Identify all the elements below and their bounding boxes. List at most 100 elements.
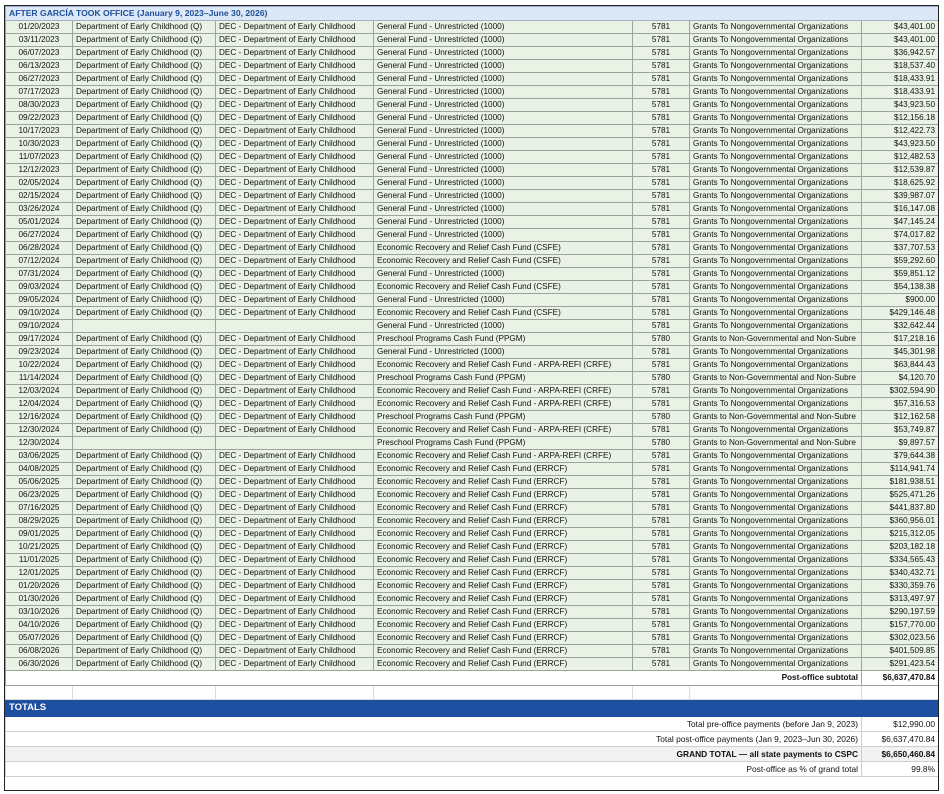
- agency-cell[interactable]: Department of Early Childhood (Q): [72, 605, 216, 619]
- agency-cell[interactable]: [72, 319, 216, 333]
- date-cell[interactable]: 10/21/2025: [5, 540, 73, 554]
- date-cell[interactable]: 02/15/2024: [5, 189, 73, 203]
- account-description-cell[interactable]: Grants To Nongovernmental Organizations: [689, 293, 862, 307]
- account-description-cell[interactable]: Grants to Non-Governmental and Non-Subre: [689, 332, 862, 346]
- agency-cell[interactable]: Department of Early Childhood (Q): [72, 124, 216, 138]
- amount-cell[interactable]: $54,138.38: [860, 280, 938, 294]
- amount-cell[interactable]: $18,433.91: [860, 72, 938, 86]
- date-cell[interactable]: 05/01/2024: [5, 215, 73, 229]
- department-cell[interactable]: DEC - Department of Early Childhood: [215, 501, 374, 515]
- agency-cell[interactable]: Department of Early Childhood (Q): [72, 137, 216, 151]
- account-code-cell[interactable]: 5781: [632, 280, 690, 294]
- date-cell[interactable]: 12/04/2024: [5, 397, 73, 411]
- account-description-cell[interactable]: Grants To Nongovernmental Organizations: [689, 215, 862, 229]
- account-code-cell[interactable]: 5781: [632, 33, 690, 47]
- fund-cell[interactable]: General Fund - Unrestricted (1000): [373, 319, 633, 333]
- fund-cell[interactable]: General Fund - Unrestricted (1000): [373, 150, 633, 164]
- amount-cell[interactable]: $45,301.98: [860, 345, 938, 359]
- fund-cell[interactable]: General Fund - Unrestricted (1000): [373, 98, 633, 112]
- agency-cell[interactable]: Department of Early Childhood (Q): [72, 254, 216, 268]
- amount-cell[interactable]: $43,401.00: [860, 33, 938, 47]
- agency-cell[interactable]: Department of Early Childhood (Q): [72, 20, 216, 34]
- agency-cell[interactable]: Department of Early Childhood (Q): [72, 449, 216, 463]
- account-code-cell[interactable]: 5781: [632, 644, 690, 658]
- date-cell[interactable]: 07/12/2024: [5, 254, 73, 268]
- department-cell[interactable]: DEC - Department of Early Childhood: [215, 215, 374, 229]
- account-description-cell[interactable]: Grants To Nongovernmental Organizations: [689, 228, 862, 242]
- account-description-cell[interactable]: Grants To Nongovernmental Organizations: [689, 137, 862, 151]
- date-cell[interactable]: 03/11/2023: [5, 33, 73, 47]
- fund-cell[interactable]: Economic Recovery and Relief Cash Fund -…: [373, 358, 633, 372]
- account-code-cell[interactable]: 5781: [632, 657, 690, 671]
- department-cell[interactable]: DEC - Department of Early Childhood: [215, 124, 374, 138]
- department-cell[interactable]: DEC - Department of Early Childhood: [215, 332, 374, 346]
- department-cell[interactable]: DEC - Department of Early Childhood: [215, 280, 374, 294]
- department-cell[interactable]: DEC - Department of Early Childhood: [215, 592, 374, 606]
- account-description-cell[interactable]: Grants To Nongovernmental Organizations: [689, 306, 862, 320]
- account-code-cell[interactable]: 5781: [632, 397, 690, 411]
- account-code-cell[interactable]: 5781: [632, 46, 690, 60]
- agency-cell[interactable]: Department of Early Childhood (Q): [72, 345, 216, 359]
- amount-cell[interactable]: $16,147.08: [860, 202, 938, 216]
- fund-cell[interactable]: General Fund - Unrestricted (1000): [373, 59, 633, 73]
- totals-value[interactable]: $12,990.00: [860, 716, 938, 732]
- date-cell[interactable]: 06/23/2025: [5, 488, 73, 502]
- account-code-cell[interactable]: 5781: [632, 475, 690, 489]
- account-code-cell[interactable]: 5781: [632, 358, 690, 372]
- totals-label[interactable]: Post-office as % of grand total: [5, 761, 862, 777]
- fund-cell[interactable]: Preschool Programs Cash Fund (PPGM): [373, 332, 633, 346]
- department-cell[interactable]: DEC - Department of Early Childhood: [215, 306, 374, 320]
- account-description-cell[interactable]: Grants To Nongovernmental Organizations: [689, 241, 862, 255]
- amount-cell[interactable]: $360,956.01: [860, 514, 938, 528]
- fund-cell[interactable]: General Fund - Unrestricted (1000): [373, 189, 633, 203]
- account-code-cell[interactable]: 5781: [632, 618, 690, 632]
- agency-cell[interactable]: Department of Early Childhood (Q): [72, 397, 216, 411]
- fund-cell[interactable]: General Fund - Unrestricted (1000): [373, 176, 633, 190]
- account-description-cell[interactable]: Grants To Nongovernmental Organizations: [689, 501, 862, 515]
- agency-cell[interactable]: Department of Early Childhood (Q): [72, 306, 216, 320]
- amount-cell[interactable]: $12,156.18: [860, 111, 938, 125]
- department-cell[interactable]: DEC - Department of Early Childhood: [215, 475, 374, 489]
- date-cell[interactable]: 03/06/2025: [5, 449, 73, 463]
- fund-cell[interactable]: Preschool Programs Cash Fund (PPGM): [373, 410, 633, 424]
- amount-cell[interactable]: $12,482.53: [860, 150, 938, 164]
- account-code-cell[interactable]: 5781: [632, 202, 690, 216]
- fund-cell[interactable]: General Fund - Unrestricted (1000): [373, 267, 633, 281]
- account-code-cell[interactable]: 5781: [632, 189, 690, 203]
- fund-cell[interactable]: Economic Recovery and Relief Cash Fund (…: [373, 241, 633, 255]
- agency-cell[interactable]: Department of Early Childhood (Q): [72, 332, 216, 346]
- fund-cell[interactable]: Economic Recovery and Relief Cash Fund (…: [373, 592, 633, 606]
- account-description-cell[interactable]: Grants To Nongovernmental Organizations: [689, 397, 862, 411]
- account-code-cell[interactable]: 5781: [632, 228, 690, 242]
- department-cell[interactable]: DEC - Department of Early Childhood: [215, 189, 374, 203]
- agency-cell[interactable]: Department of Early Childhood (Q): [72, 358, 216, 372]
- account-code-cell[interactable]: 5781: [632, 462, 690, 476]
- account-description-cell[interactable]: Grants To Nongovernmental Organizations: [689, 657, 862, 671]
- agency-cell[interactable]: Department of Early Childhood (Q): [72, 280, 216, 294]
- amount-cell[interactable]: $39,987.07: [860, 189, 938, 203]
- account-description-cell[interactable]: Grants to Non-Governmental and Non-Subre: [689, 436, 862, 450]
- amount-cell[interactable]: $9,897.57: [860, 436, 938, 450]
- date-cell[interactable]: 06/08/2026: [5, 644, 73, 658]
- department-cell[interactable]: DEC - Department of Early Childhood: [215, 98, 374, 112]
- department-cell[interactable]: DEC - Department of Early Childhood: [215, 176, 374, 190]
- fund-cell[interactable]: Economic Recovery and Relief Cash Fund (…: [373, 631, 633, 645]
- account-code-cell[interactable]: 5780: [632, 410, 690, 424]
- department-cell[interactable]: DEC - Department of Early Childhood: [215, 59, 374, 73]
- department-cell[interactable]: DEC - Department of Early Childhood: [215, 137, 374, 151]
- department-cell[interactable]: DEC - Department of Early Childhood: [215, 163, 374, 177]
- agency-cell[interactable]: Department of Early Childhood (Q): [72, 488, 216, 502]
- fund-cell[interactable]: General Fund - Unrestricted (1000): [373, 124, 633, 138]
- empty-cell[interactable]: [860, 685, 938, 700]
- account-description-cell[interactable]: Grants To Nongovernmental Organizations: [689, 111, 862, 125]
- agency-cell[interactable]: Department of Early Childhood (Q): [72, 72, 216, 86]
- agency-cell[interactable]: Department of Early Childhood (Q): [72, 592, 216, 606]
- account-code-cell[interactable]: 5781: [632, 540, 690, 554]
- amount-cell[interactable]: $32,642.44: [860, 319, 938, 333]
- agency-cell[interactable]: Department of Early Childhood (Q): [72, 618, 216, 632]
- agency-cell[interactable]: Department of Early Childhood (Q): [72, 33, 216, 47]
- fund-cell[interactable]: General Fund - Unrestricted (1000): [373, 72, 633, 86]
- account-description-cell[interactable]: Grants To Nongovernmental Organizations: [689, 566, 862, 580]
- amount-cell[interactable]: $57,316.53: [860, 397, 938, 411]
- amount-cell[interactable]: $330,359.76: [860, 579, 938, 593]
